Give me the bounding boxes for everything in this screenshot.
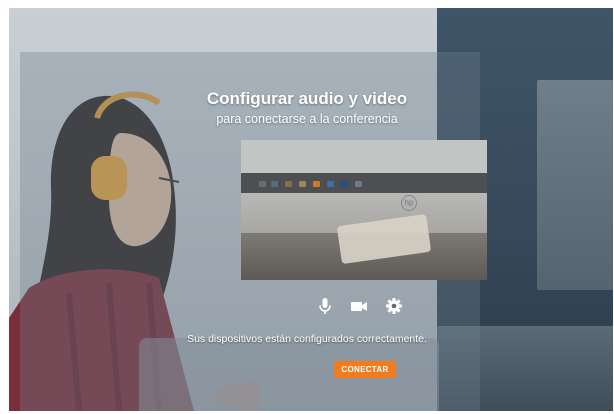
preview-taskbar-icon: [327, 181, 334, 187]
preview-taskbar-icon: [271, 181, 278, 187]
preview-taskbar-icon: [285, 181, 292, 187]
preview-taskbar-icon: [313, 181, 320, 187]
preview-taskbar-icon: [355, 181, 362, 187]
hp-logo: hp: [401, 195, 417, 211]
camera-preview: hp: [241, 140, 487, 280]
camera-icon[interactable]: [349, 296, 369, 316]
conference-setup-screen: Configurar audio y video para conectarse…: [0, 0, 614, 414]
settings-icon[interactable]: [384, 296, 404, 316]
preview-taskbar-icon: [299, 181, 306, 187]
preview-wall: [241, 140, 487, 175]
preview-taskbar-icon: [341, 181, 348, 187]
page-subtitle: para conectarse a la conferencia: [216, 112, 398, 126]
page-title: Configurar audio y video: [206, 89, 408, 108]
device-controls: [0, 296, 614, 316]
device-status-message: Sus dispositivos están configurados corr…: [187, 333, 427, 345]
microphone-icon[interactable]: [315, 296, 335, 316]
connect-button[interactable]: CONECTAR: [334, 361, 396, 378]
preview-taskbar-icon: [259, 181, 266, 187]
